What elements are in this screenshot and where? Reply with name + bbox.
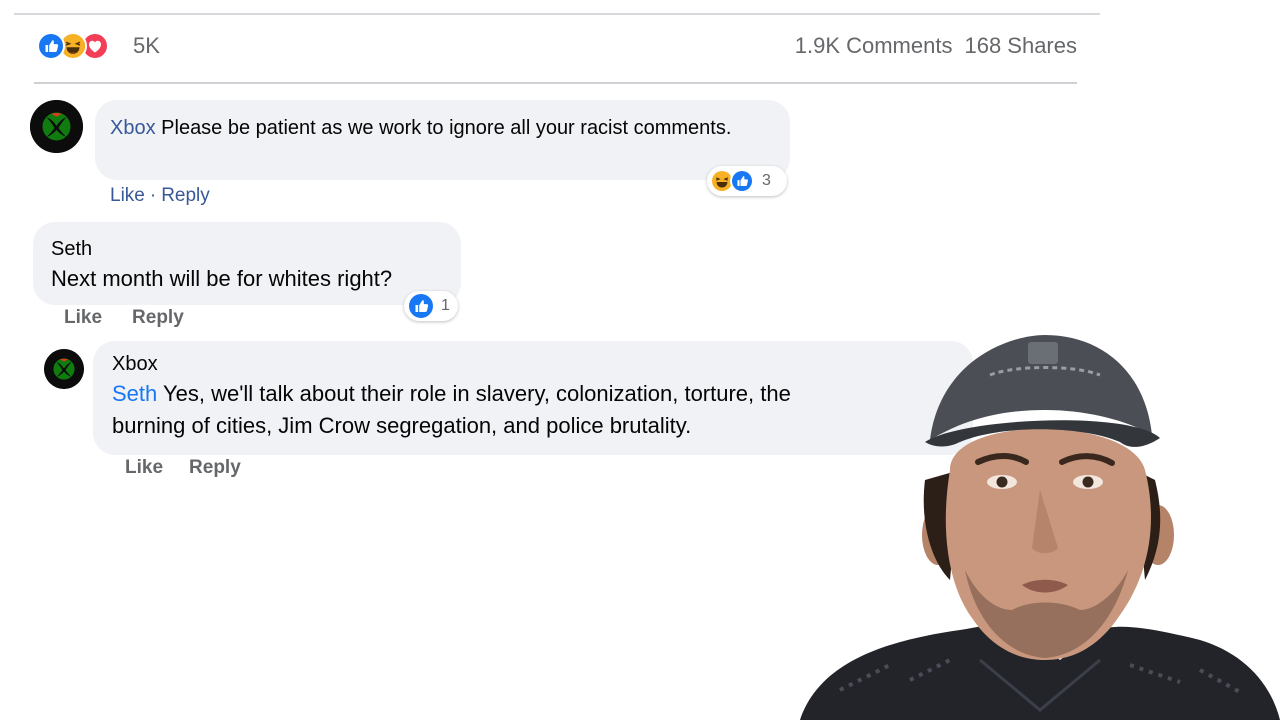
comment-actions: Like Reply xyxy=(64,307,184,329)
divider xyxy=(34,82,1077,84)
comment-text: Please be patient as we work to ignore a… xyxy=(161,117,732,139)
comment-bubble: Xbox Please be patient as we work to ign… xyxy=(95,100,790,180)
reply-link[interactable]: Reply xyxy=(161,185,210,206)
comment-text-line: Yes, we'll talk about their role in slav… xyxy=(162,381,791,406)
like-link[interactable]: Like xyxy=(64,307,102,328)
reply-link[interactable]: Reply xyxy=(189,457,241,478)
reaction-count: 1 xyxy=(441,297,450,314)
xbox-avatar[interactable] xyxy=(44,349,84,389)
comment-author-link[interactable]: Xbox xyxy=(110,117,156,139)
like-icon xyxy=(407,292,435,320)
like-icon xyxy=(730,169,754,193)
comment-reactions[interactable]: 3 xyxy=(707,166,787,196)
comments-count-link[interactable]: 1.9K Comments xyxy=(795,33,953,58)
comment-bubble: Seth Next month will be for whites right… xyxy=(33,222,461,305)
mention-link[interactable]: Seth xyxy=(112,381,157,406)
comment-reactions[interactable]: 1 xyxy=(404,291,458,321)
reaction-summary[interactable] xyxy=(37,32,127,62)
divider xyxy=(14,13,1100,15)
post-stats-row: 5K 1.9K Comments 168 Shares xyxy=(37,28,1077,66)
reaction-count: 3 xyxy=(762,172,771,189)
video-frame: 5K 1.9K Comments 168 Shares Xbox Please b… xyxy=(0,0,1280,720)
comment-text: Next month will be for whites right? xyxy=(51,266,393,291)
like-link[interactable]: Like xyxy=(110,185,145,206)
action-separator: · xyxy=(149,185,157,206)
comment-author-link[interactable]: Seth xyxy=(51,234,443,264)
shares-count-link[interactable]: 168 Shares xyxy=(964,33,1077,58)
like-icon xyxy=(37,32,65,60)
engagement-counts: 1.9K Comments 168 Shares xyxy=(795,33,1077,59)
xbox-avatar[interactable] xyxy=(30,100,83,153)
comment-actions: Like · Reply xyxy=(110,185,210,207)
comment-actions: Like Reply xyxy=(125,457,241,479)
reaction-count[interactable]: 5K xyxy=(133,33,160,59)
like-link[interactable]: Like xyxy=(125,457,163,478)
reply-link[interactable]: Reply xyxy=(132,307,184,328)
presenter-webcam-overlay xyxy=(800,330,1280,720)
